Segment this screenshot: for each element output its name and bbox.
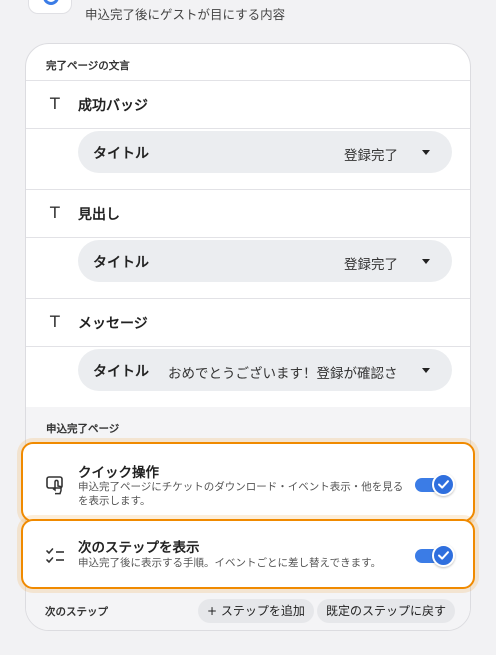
- reset-steps-button[interactable]: 既定のステップに戻す: [317, 599, 456, 623]
- quick-actions-description: 申込完了ページにチケットのダウンロード・イベント表示・他を見るを表示します。: [78, 481, 404, 507]
- section-title-completion-page: 申込完了ページ: [46, 423, 120, 435]
- section-title-completion-text: 完了ページの文言: [46, 60, 130, 72]
- select-value: 登録完了: [344, 148, 398, 164]
- field-label: メッセージ: [78, 316, 148, 332]
- message-select[interactable]: タイトル おめでとうございます！登録が確認さ: [78, 349, 452, 391]
- chevron-down-icon: [422, 368, 430, 373]
- check-icon: [438, 551, 449, 560]
- completion-settings-page: 申込完了後にゲストが目にする内容 完了ページの文言 T 成功バッジ タイトル 登…: [0, 0, 496, 655]
- toggle-knob: [432, 473, 455, 496]
- chevron-down-icon: [422, 150, 430, 155]
- next-steps-description: 申込完了後に表示する手順。イベントごとに差し替えできます。: [78, 557, 382, 569]
- select-label: タイトル: [93, 364, 149, 380]
- quick-actions-option[interactable]: クイック操作 申込完了ページにチケットのダウンロード・イベント表示・他を見るを表…: [21, 442, 475, 522]
- text-icon: T: [50, 203, 60, 222]
- field-heading: T 見出し: [26, 189, 470, 237]
- success-badge-select[interactable]: タイトル 登録完了: [78, 131, 452, 173]
- divider: [26, 346, 470, 347]
- toggle-knob: [432, 544, 455, 567]
- next-steps-option[interactable]: 次のステップを表示 申込完了後に表示する手順。イベントごとに差し替えできます。: [21, 519, 475, 589]
- field-message: T メッセージ: [26, 298, 470, 346]
- next-steps-label: 次のステップ: [45, 606, 108, 618]
- check-icon: [438, 480, 449, 489]
- divider: [26, 237, 470, 238]
- header-subtitle: 申込完了後にゲストが目にする内容: [85, 7, 286, 22]
- quick-actions-title: クイック操作: [78, 465, 159, 481]
- text-icon: T: [50, 312, 60, 331]
- chevron-down-icon: [422, 259, 430, 264]
- select-value: 登録完了: [344, 257, 398, 273]
- next-steps-title: 次のステップを表示: [78, 540, 200, 556]
- tap-icon: [46, 476, 63, 495]
- select-label: タイトル: [93, 146, 149, 162]
- heading-select[interactable]: タイトル 登録完了: [78, 240, 452, 282]
- header-icon: [28, 0, 72, 14]
- checklist-icon: [46, 548, 64, 564]
- text-icon: T: [50, 94, 60, 113]
- divider: [26, 128, 470, 129]
- next-steps-toggle[interactable]: [415, 544, 455, 567]
- field-success-badge: T 成功バッジ: [26, 80, 470, 128]
- select-label: タイトル: [93, 255, 149, 271]
- field-label: 成功バッジ: [78, 98, 148, 114]
- status-icon: [43, 0, 59, 5]
- select-value: おめでとうございます！登録が確認さ: [168, 366, 398, 382]
- field-label: 見出し: [78, 207, 120, 223]
- add-step-button[interactable]: + ステップを追加: [198, 599, 314, 623]
- quick-actions-toggle[interactable]: [415, 473, 455, 496]
